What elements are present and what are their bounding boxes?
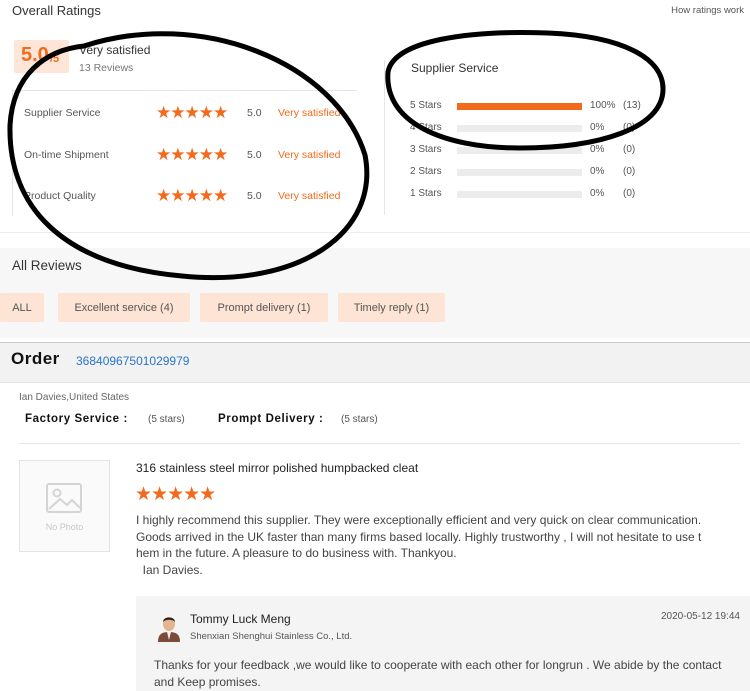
order-number-link[interactable]: 36840967501029979 bbox=[76, 354, 189, 368]
distribution-percent: 0% bbox=[590, 144, 605, 155]
distribution-label: 2 Stars bbox=[410, 166, 442, 177]
overall-verdict: Very satisfied bbox=[79, 43, 151, 57]
distribution-bar bbox=[457, 169, 582, 176]
review-star-icon: ★★★★★ bbox=[135, 484, 216, 505]
metric-label: Product Quality bbox=[24, 190, 96, 202]
distribution-row-3[interactable]: 3 Stars 0% (0) bbox=[410, 143, 650, 159]
service-value-delivery: (5 stars) bbox=[341, 414, 378, 425]
star-rating-icon: ★★★★★ bbox=[156, 103, 228, 122]
buyer-name: Ian Davies,United States bbox=[19, 392, 130, 403]
distribution-row-5[interactable]: 5 Stars 100% (13) bbox=[410, 99, 650, 115]
review-line: I highly recommend this supplier. They w… bbox=[136, 513, 702, 527]
metric-verdict: Very satisfied bbox=[278, 190, 341, 202]
metric-row-product-quality: Product Quality ★★★★★ 5.0 Very satisfied bbox=[13, 185, 358, 207]
distribution-title: Supplier Service bbox=[411, 61, 499, 75]
reply-line: Thanks for your feedback ,we would like … bbox=[154, 658, 722, 672]
distribution-bar bbox=[457, 147, 582, 154]
distribution-bar bbox=[457, 103, 582, 110]
service-value-factory: (5 stars) bbox=[148, 414, 185, 425]
distribution-percent: 0% bbox=[590, 166, 605, 177]
seller-avatar bbox=[158, 617, 180, 642]
distribution-count: (0) bbox=[623, 122, 636, 133]
metric-row-on-time-shipment: On-time Shipment ★★★★★ 5.0 Very satisfie… bbox=[13, 144, 358, 166]
score-denominator: /5 bbox=[50, 53, 60, 65]
image-placeholder-icon bbox=[46, 483, 82, 513]
metric-label: On-time Shipment bbox=[24, 149, 109, 161]
seller-company: Shenxian Shenghui Stainless Co., Ltd. bbox=[190, 631, 353, 642]
filter-chip-all[interactable]: ALL bbox=[0, 293, 44, 322]
overall-ratings-title: Overall Ratings bbox=[12, 3, 101, 18]
panel-divider-line bbox=[0, 232, 750, 233]
review-text: I highly recommend this supplier. They w… bbox=[136, 512, 748, 578]
no-photo-label: No Photo bbox=[45, 522, 84, 532]
overall-score: 5.0 bbox=[21, 44, 49, 66]
distribution-label: 4 Stars bbox=[410, 122, 442, 133]
filter-chip-timely-reply[interactable]: Timely reply (1) bbox=[338, 293, 445, 322]
metric-label: Supplier Service bbox=[24, 107, 101, 119]
distribution-count: (0) bbox=[623, 166, 636, 177]
distribution-bar bbox=[457, 191, 582, 198]
distribution-percent: 0% bbox=[590, 122, 605, 133]
service-title-factory: Factory Service : bbox=[25, 413, 128, 425]
metric-verdict: Very satisfied bbox=[278, 107, 341, 119]
metric-row-supplier-service: Supplier Service ★★★★★ 5.0 Very satisfie… bbox=[13, 102, 358, 124]
product-title[interactable]: 316 stainless steel mirror polished hump… bbox=[136, 461, 418, 475]
order-label: Order bbox=[11, 349, 60, 368]
metric-score: 5.0 bbox=[247, 190, 262, 202]
panel-divider bbox=[384, 60, 385, 215]
review-line: Goods arrived in the UK faster than many… bbox=[136, 529, 702, 544]
seller-name: Tommy Luck Meng bbox=[190, 612, 291, 626]
star-rating-icon: ★★★★★ bbox=[156, 145, 228, 164]
distribution-label: 3 Stars bbox=[410, 144, 442, 155]
reply-line: and Keep promises. bbox=[154, 674, 261, 689]
metric-score: 5.0 bbox=[247, 149, 262, 161]
filter-chip-prompt-delivery[interactable]: Prompt delivery (1) bbox=[200, 293, 328, 322]
reply-text: Thanks for your feedback ,we would like … bbox=[154, 657, 750, 690]
filter-chip-excellent-service[interactable]: Excellent service (4) bbox=[58, 293, 190, 322]
distribution-percent: 100% bbox=[590, 100, 616, 111]
rating-metrics: Supplier Service ★★★★★ 5.0 Very satisfie… bbox=[12, 90, 357, 216]
metric-score: 5.0 bbox=[247, 107, 262, 119]
distribution-percent: 0% bbox=[590, 188, 605, 199]
distribution-count: (13) bbox=[623, 100, 641, 111]
how-ratings-work-link[interactable]: How ratings work bbox=[671, 5, 744, 16]
review-line: Ian Davies. bbox=[136, 562, 203, 577]
reply-date: 2020-05-12 19:44 bbox=[661, 611, 740, 622]
all-reviews-title: All Reviews bbox=[12, 258, 82, 273]
star-rating-icon: ★★★★★ bbox=[156, 186, 228, 205]
distribution-bar-fill bbox=[457, 103, 582, 110]
distribution-row-4[interactable]: 4 Stars 0% (0) bbox=[410, 121, 650, 137]
distribution-bar bbox=[457, 125, 582, 132]
review-count: 13 Reviews bbox=[79, 62, 134, 74]
distribution-label: 1 Stars bbox=[410, 188, 442, 199]
service-title-delivery: Prompt Delivery : bbox=[218, 413, 324, 425]
distribution-label: 5 Stars bbox=[410, 100, 442, 111]
distribution-row-1[interactable]: 1 Stars 0% (0) bbox=[410, 187, 650, 203]
review-line: hem in the future. A pleasure to do busi… bbox=[136, 546, 457, 560]
distribution-count: (0) bbox=[623, 188, 636, 199]
distribution-row-2[interactable]: 2 Stars 0% (0) bbox=[410, 165, 650, 181]
metric-verdict: Very satisfied bbox=[278, 149, 341, 161]
order-separator bbox=[19, 443, 740, 444]
distribution-count: (0) bbox=[623, 144, 636, 155]
